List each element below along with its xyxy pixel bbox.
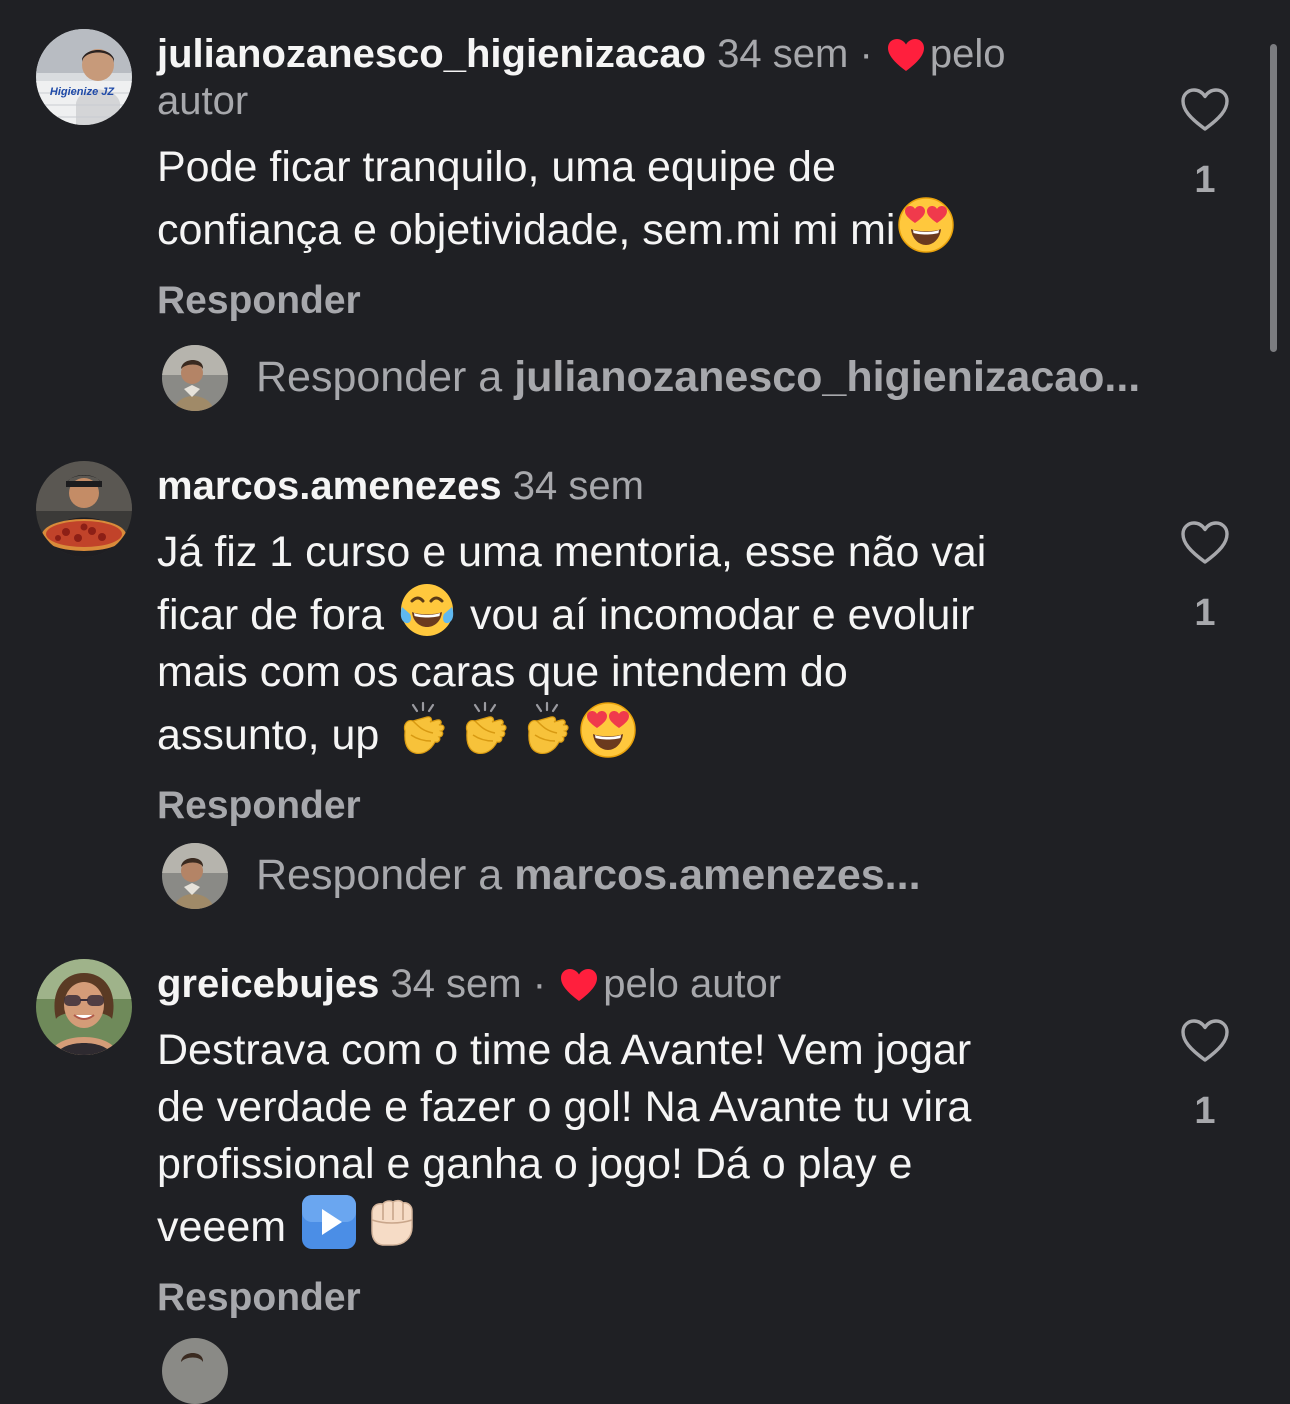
separator-dot: · xyxy=(859,32,873,76)
comment-text-line: Destrava com o time da Avante! Vem jogar xyxy=(157,1026,972,1074)
comment-content: marcos.amenezes 34 sem Já fiz 1 curso e … xyxy=(157,463,1132,828)
comment-text-fragment: vou aí incomodar e evoluir xyxy=(469,591,975,639)
comment-text-line: de verdade e fazer o gol! Na Avante tu v… xyxy=(157,1083,972,1131)
reply-composer[interactable]: Responder a marcos.amenezes... xyxy=(162,843,1290,909)
comment-time: 34 sem xyxy=(717,32,849,76)
reply-target-username: julianozanesco_higienizacao... xyxy=(514,353,1141,401)
comment-header: julianozanesco_higienizacao 34 sem · pel… xyxy=(157,31,1132,125)
heart-eyes-emoji xyxy=(897,196,955,254)
comment-text-line: mais com os caras que intendem do xyxy=(157,648,848,696)
reply-prompt-label: Responder a xyxy=(256,353,503,401)
like-column: 1 xyxy=(1165,520,1245,635)
comment-text-line: veeem xyxy=(157,1193,1132,1256)
comment-username[interactable]: marcos.amenezes xyxy=(157,464,502,508)
comment-time: 34 sem xyxy=(512,464,644,508)
comment-content: greicebujes 34 sem · pelo autor Destrava… xyxy=(157,961,1132,1320)
like-count[interactable]: 1 xyxy=(1165,592,1245,635)
liked-by-author-label: pelo autor xyxy=(603,962,782,1006)
comment-text: Destrava com o time da Avante! Vem jogar… xyxy=(157,1022,1132,1256)
fist-bump-emoji xyxy=(362,1193,420,1251)
liked-by-author-label: pelo xyxy=(929,32,1006,76)
comment-text-line: confiança e objetividade, sem.mi mi mi xyxy=(157,196,1132,259)
avatar xyxy=(162,345,228,411)
separator-dot: · xyxy=(532,962,547,1006)
reply-button[interactable]: Responder xyxy=(157,1276,1132,1320)
red-heart-icon xyxy=(886,37,926,73)
scrollbar[interactable] xyxy=(1270,44,1277,352)
heart-eyes-emoji xyxy=(579,701,637,759)
comment-text-line: assunto, up xyxy=(157,701,1132,764)
reply-prompt: Responder a julianozanesco_higienizacao.… xyxy=(256,353,1140,402)
like-count[interactable]: 1 xyxy=(1165,1090,1245,1133)
comment-text: Pode ficar tranquilo, uma equipe de conf… xyxy=(157,139,1132,259)
comment-text-fragment: veeem xyxy=(157,1203,287,1251)
avatar[interactable] xyxy=(36,461,132,557)
comment-username[interactable]: greicebujes xyxy=(157,962,379,1006)
comment-text-fragment: confiança e objetividade, sem.mi mi mi xyxy=(157,206,896,254)
reply-composer[interactable]: Responder a julianozanesco_higienizacao.… xyxy=(162,345,1290,411)
reply-prompt: Responder a marcos.amenezes... xyxy=(256,851,921,900)
reply-button[interactable]: Responder xyxy=(157,279,1132,323)
clapping-hands-emoji xyxy=(455,701,513,759)
heart-outline-icon[interactable] xyxy=(1180,520,1230,566)
heart-outline-icon[interactable] xyxy=(1180,1018,1230,1064)
comment-text-line: Pode ficar tranquilo, uma equipe de xyxy=(157,143,836,191)
comment-header: greicebujes 34 sem · pelo autor xyxy=(157,961,1132,1008)
clapping-hands-emoji xyxy=(517,701,575,759)
comment-text-line: Já fiz 1 curso e uma mentoria, esse não … xyxy=(157,528,987,576)
comment-text-fragment: ficar de fora xyxy=(157,591,385,639)
comment-header: marcos.amenezes 34 sem xyxy=(157,463,1132,510)
reply-prompt-label: Responder a xyxy=(256,851,503,899)
liked-by-author-label-cont: autor xyxy=(157,79,249,123)
red-heart-icon xyxy=(559,967,599,1003)
avatar[interactable] xyxy=(36,959,132,1055)
avatar-logo-text: Higienize JZ xyxy=(50,86,115,98)
avatar[interactable]: Higienize JZ xyxy=(36,29,132,125)
reply-button[interactable]: Responder xyxy=(157,784,1132,828)
like-column: 1 xyxy=(1165,1018,1245,1133)
play-button-emoji xyxy=(300,1193,358,1251)
like-column: 1 xyxy=(1165,87,1245,202)
heart-outline-icon[interactable] xyxy=(1180,87,1230,133)
comment-username[interactable]: julianozanesco_higienizacao xyxy=(157,32,706,76)
tears-of-joy-emoji xyxy=(398,581,456,639)
like-count[interactable]: 1 xyxy=(1165,159,1245,202)
comment-content: julianozanesco_higienizacao 34 sem · pel… xyxy=(157,31,1132,323)
comment-text-fragment: assunto, up xyxy=(157,711,380,759)
comment-time: 34 sem xyxy=(390,962,522,1006)
comment-text: Já fiz 1 curso e uma mentoria, esse não … xyxy=(157,524,1132,764)
clapping-hands-emoji xyxy=(393,701,451,759)
reply-target-username: marcos.amenezes... xyxy=(514,851,921,899)
comment-text-line: ficar de fora vou aí incomodar e evoluir xyxy=(157,581,1132,644)
avatar xyxy=(162,843,228,909)
comment-text-line: profissional e ganha o jogo! Dá o play e xyxy=(157,1140,913,1188)
